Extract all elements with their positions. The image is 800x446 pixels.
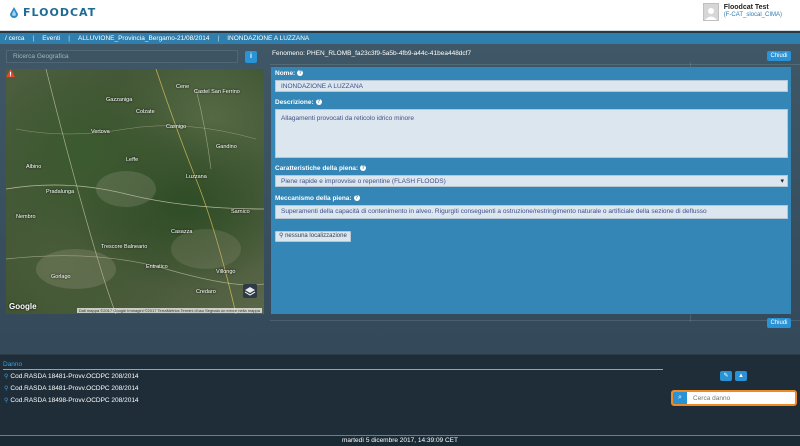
map-label: Trescore Balneario xyxy=(101,244,148,250)
help-icon[interactable]: ? xyxy=(353,195,360,202)
map-label: Entratico xyxy=(146,264,168,270)
damage-item[interactable]: ⚲ Cod.RASDA 18498-Provv.OCDPC 208/2014 xyxy=(4,397,139,404)
phenomenon-id: Fenomeno: PHEN_RLOMB_fa23c3f9-5a5b-4fb9-… xyxy=(272,50,472,57)
location-button[interactable]: ⚲ nessuna localizzazione xyxy=(275,231,351,242)
breadcrumb-fenomeno[interactable]: INONDAZIONE A LUZZANA xyxy=(227,35,309,42)
upload-damage-button[interactable]: ▲ xyxy=(735,371,747,381)
map-label: Colzate xyxy=(136,109,155,115)
breadcrumb-separator: | xyxy=(217,35,220,42)
satellite-map[interactable]: Cene Castel San Ferrino Gazzaniga Colzat… xyxy=(6,69,264,314)
avatar xyxy=(702,3,719,21)
info-button[interactable]: i xyxy=(245,51,257,63)
map-label: Vertova xyxy=(91,129,110,135)
descrizione-field[interactable]: Allagamenti provocati da reticolo idrico… xyxy=(275,109,788,158)
damage-divider xyxy=(3,369,663,370)
logo-drop-icon xyxy=(10,6,18,18)
app-logo[interactable]: FLOODCAT xyxy=(8,6,96,19)
breadcrumb: / cerca | Eventi | ALLUVIONE_Provincia_B… xyxy=(0,33,800,44)
map-label: Pradalunga xyxy=(46,189,75,195)
breadcrumb-eventi[interactable]: Eventi xyxy=(42,35,60,42)
map-pin-icon: ⚲ xyxy=(279,233,284,239)
descrizione-label: Descrizione:? xyxy=(275,99,322,106)
layers-icon xyxy=(244,287,256,296)
breadcrumb-evento[interactable]: ALLUVIONE_Provincia_Bergamo-21/08/2014 xyxy=(78,35,210,42)
map-label: Nembro xyxy=(16,214,36,220)
google-logo: Google xyxy=(9,302,37,311)
meccanismo-field[interactable]: Superamenti della capacità di contenimen… xyxy=(275,205,788,219)
status-footer: martedì 5 dicembre 2017, 14:39:09 CET xyxy=(0,435,800,446)
map-roads xyxy=(6,69,264,314)
map-label: Credaro xyxy=(196,289,216,295)
map-label: Castel San Ferrino xyxy=(194,89,240,95)
map-layers-button[interactable] xyxy=(243,284,257,298)
map-label: Gandino xyxy=(216,144,237,150)
help-icon[interactable]: ? xyxy=(297,70,304,77)
damage-title: Danno xyxy=(3,361,23,368)
search-icon[interactable]: ⌕ xyxy=(673,392,687,404)
geo-search-input[interactable]: Ricerca Geografica xyxy=(6,50,238,63)
phenomenon-form: Nome:? INONDAZIONE A LUZZANA Descrizione… xyxy=(271,67,791,314)
map-pin-icon: ⚲ xyxy=(4,386,9,392)
breadcrumb-separator: | xyxy=(68,35,70,42)
top-header: FLOODCAT Floodcat Test (F-CAT_slocal_CIM… xyxy=(0,0,800,31)
map-label: Casnigo xyxy=(166,124,187,130)
edit-damage-button[interactable]: ✎ xyxy=(720,371,732,381)
map-label: Villongo xyxy=(216,269,236,275)
user-menu[interactable]: Floodcat Test (F-CAT_slocal_CIMA) xyxy=(702,3,782,21)
map-label: Gorlago xyxy=(51,274,71,280)
close-button-bottom[interactable]: Chiudi xyxy=(767,318,791,328)
logo-text: FLOODCAT xyxy=(23,6,97,19)
map-pin-icon: ⚲ xyxy=(4,374,9,380)
damage-section: Danno ⚲ Cod.RASDA 18481-Provv.OCDPC 208/2… xyxy=(0,354,800,435)
map-label: Albino xyxy=(26,164,42,170)
damage-item[interactable]: ⚲ Cod.RASDA 18481-Provv.OCDPC 208/2014 xyxy=(4,385,139,392)
nome-label: Nome:? xyxy=(275,70,304,77)
breadcrumb-cerca[interactable]: / cerca xyxy=(5,35,25,42)
caratteristiche-label: Caratteristiche della piena:? xyxy=(275,165,367,172)
nome-field[interactable]: INONDAZIONE A LUZZANA xyxy=(275,80,788,92)
meccanismo-label: Meccanismo della piena:? xyxy=(275,195,360,202)
damage-item[interactable]: ⚲ Cod.RASDA 18481-Provv.OCDPC 208/2014 xyxy=(4,373,139,380)
breadcrumb-separator: | xyxy=(32,35,35,42)
help-icon[interactable]: ? xyxy=(360,165,367,172)
map-label: Sarnico xyxy=(231,209,250,215)
map-label: Casazza xyxy=(171,229,193,235)
warning-marker-icon[interactable] xyxy=(6,69,15,78)
damage-search-input[interactable] xyxy=(687,394,787,402)
user-silhouette-icon xyxy=(704,8,717,20)
map-attribution: Dati mappa ©2017 Google Immagini ©2017 T… xyxy=(76,308,262,313)
map-label: Cene xyxy=(176,84,190,90)
caratteristiche-select[interactable]: Piene rapide e improvvise o repentine (F… xyxy=(275,175,788,187)
damage-search[interactable]: ⌕ xyxy=(671,390,797,406)
close-button-top[interactable]: Chiudi xyxy=(767,51,791,61)
pencil-icon: ✎ xyxy=(723,373,729,379)
map-label: Gazzaniga xyxy=(106,97,133,103)
user-name: Floodcat Test xyxy=(723,4,769,11)
help-icon[interactable]: ? xyxy=(315,99,322,106)
map-label: Luzzana xyxy=(186,174,207,180)
upload-icon: ▲ xyxy=(738,373,744,379)
map-label: Leffe xyxy=(126,157,139,163)
map-pin-icon: ⚲ xyxy=(4,398,9,404)
user-org: (F-CAT_slocal_CIMA) xyxy=(723,12,782,18)
